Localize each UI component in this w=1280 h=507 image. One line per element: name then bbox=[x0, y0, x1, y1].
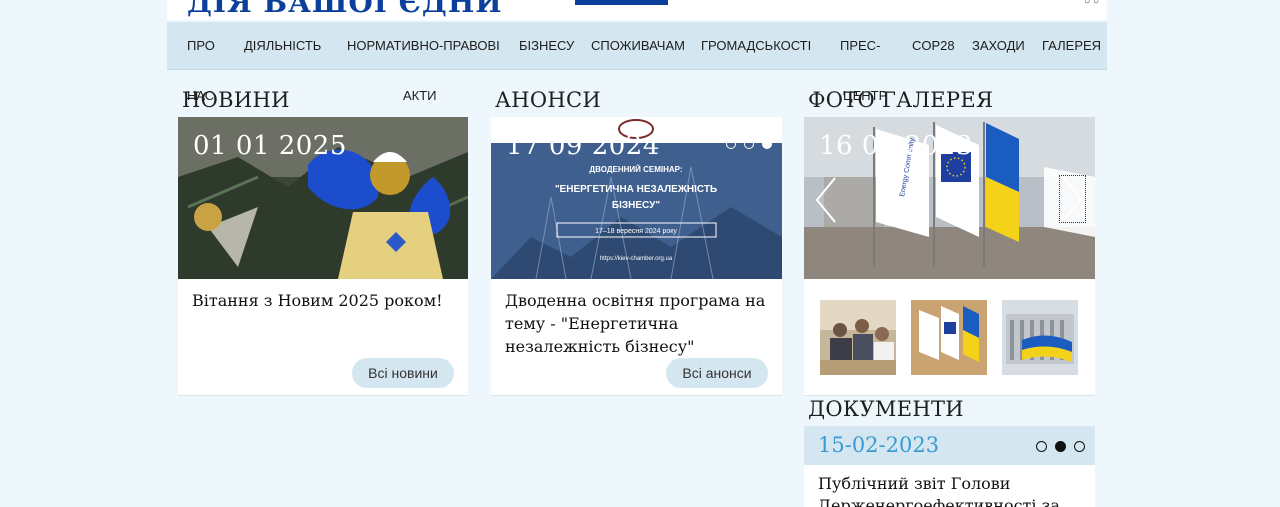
documents-section-title: ДОКУМЕНТИ bbox=[808, 397, 964, 421]
gallery-section-title: ФОТО ГАЛЕРЕЯ bbox=[808, 88, 994, 112]
nav-item-gallery[interactable]: ГАЛЕРЕЯ bbox=[1042, 38, 1101, 54]
nav-item-consumers[interactable]: СПОЖИВАЧАМ bbox=[591, 38, 685, 54]
document-headline[interactable]: Публічний звіт Голови Держенергоефективн… bbox=[818, 473, 1088, 507]
chevron-right-icon[interactable] bbox=[1059, 175, 1086, 223]
announcement-date: 17 09 2024 bbox=[506, 131, 660, 161]
announcements-card: ДВОДЕННИЙ СЕМІНАР: "ЕНЕРГЕТИЧНА НЕЗАЛЕЖН… bbox=[491, 117, 782, 396]
news-date: 01 01 2025 bbox=[193, 131, 347, 161]
announcements-section-title: АНОНСИ bbox=[495, 88, 601, 112]
building-thumbnail-image bbox=[1002, 300, 1078, 375]
nav-item-cop28[interactable]: COP28 bbox=[912, 38, 955, 54]
nav-item-public[interactable]: ГРОМАДСЬКОСТІ bbox=[701, 38, 811, 54]
nav-item-legal-acts-line2[interactable]: АКТИ bbox=[403, 88, 437, 103]
header-dots: ○ ○ bbox=[1084, 0, 1099, 7]
chevron-right-glyph bbox=[1063, 177, 1083, 221]
carousel-dot-active[interactable] bbox=[762, 139, 772, 149]
nav-item-activity[interactable]: ДІЯЛЬНІСТЬ bbox=[244, 38, 321, 54]
carousel-dot[interactable] bbox=[726, 139, 736, 149]
carousel-dot[interactable] bbox=[1074, 441, 1085, 452]
carousel-dot[interactable] bbox=[1036, 441, 1047, 452]
document-date: 15-02-2023 bbox=[818, 433, 940, 457]
gallery-thumbnail-building[interactable] bbox=[1002, 300, 1078, 375]
gallery-main-image[interactable]: Energy Community 16 03 2023 bbox=[804, 117, 1095, 279]
main-nav: ПРО ДІЯЛЬНІСТЬ НОРМАТИВНО-ПРАВОВІ БІЗНЕС… bbox=[167, 22, 1107, 70]
banner-dates: 17–18 вересня 2024 року bbox=[595, 228, 677, 235]
meeting-thumbnail-image bbox=[820, 300, 896, 375]
nav-item-press-center[interactable]: ПРЕС- bbox=[840, 38, 880, 54]
documents-header: 15-02-2023 bbox=[804, 426, 1095, 465]
all-news-button[interactable]: Всі новини bbox=[352, 358, 454, 388]
documents-card: Публічний звіт Голови Держенергоефективн… bbox=[804, 465, 1095, 507]
all-announcements-button[interactable]: Всі анонси bbox=[666, 358, 768, 388]
news-card: 01 01 2025 Вітання з Новим 2025 роком! В… bbox=[178, 117, 468, 396]
nav-item-about[interactable]: ПРО bbox=[187, 38, 215, 54]
banner-line-1: ДВОДЕННИЙ СЕМІНАР: bbox=[589, 165, 682, 174]
nav-item-legal-acts[interactable]: НОРМАТИВНО-ПРАВОВІ bbox=[347, 38, 500, 54]
announcement-image[interactable]: ДВОДЕННИЙ СЕМІНАР: "ЕНЕРГЕТИЧНА НЕЗАЛЕЖН… bbox=[491, 117, 782, 279]
news-section-title: НОВИНИ bbox=[182, 88, 290, 112]
announcement-carousel-dots bbox=[726, 139, 772, 149]
banner-line-3: БІЗНЕСУ" bbox=[612, 200, 660, 211]
gallery-thumbnail-flags[interactable] bbox=[911, 300, 987, 375]
header-strip: ДІЯ ВАШОЇ ЄДНИ ○ ○ bbox=[167, 0, 1107, 20]
banner-url: https://kiev-chamber.org.ua bbox=[600, 256, 673, 262]
chevron-left-icon[interactable] bbox=[813, 175, 839, 225]
announcement-headline[interactable]: Дводенна освітня програма на тему - "Ене… bbox=[505, 289, 768, 358]
carousel-dot[interactable] bbox=[744, 139, 754, 149]
nav-item-events[interactable]: ЗАХОДИ bbox=[972, 38, 1025, 54]
news-image[interactable]: 01 01 2025 bbox=[178, 117, 468, 279]
nav-item-business[interactable]: БІЗНЕСУ bbox=[519, 38, 574, 54]
gallery-date: 16 03 2023 bbox=[819, 131, 973, 161]
gallery-thumbnail-meeting[interactable] bbox=[820, 300, 896, 375]
flags-thumbnail-image bbox=[911, 300, 987, 375]
site-title: ДІЯ ВАШОЇ ЄДНИ bbox=[187, 0, 503, 19]
brand-bar bbox=[575, 0, 668, 5]
documents-carousel-dots bbox=[1036, 441, 1085, 452]
news-headline[interactable]: Вітання з Новим 2025 роком! bbox=[192, 289, 454, 312]
banner-line-2: "ЕНЕРГЕТИЧНА НЕЗАЛЕЖНІСТЬ bbox=[555, 184, 717, 195]
carousel-dot-active[interactable] bbox=[1055, 441, 1066, 452]
